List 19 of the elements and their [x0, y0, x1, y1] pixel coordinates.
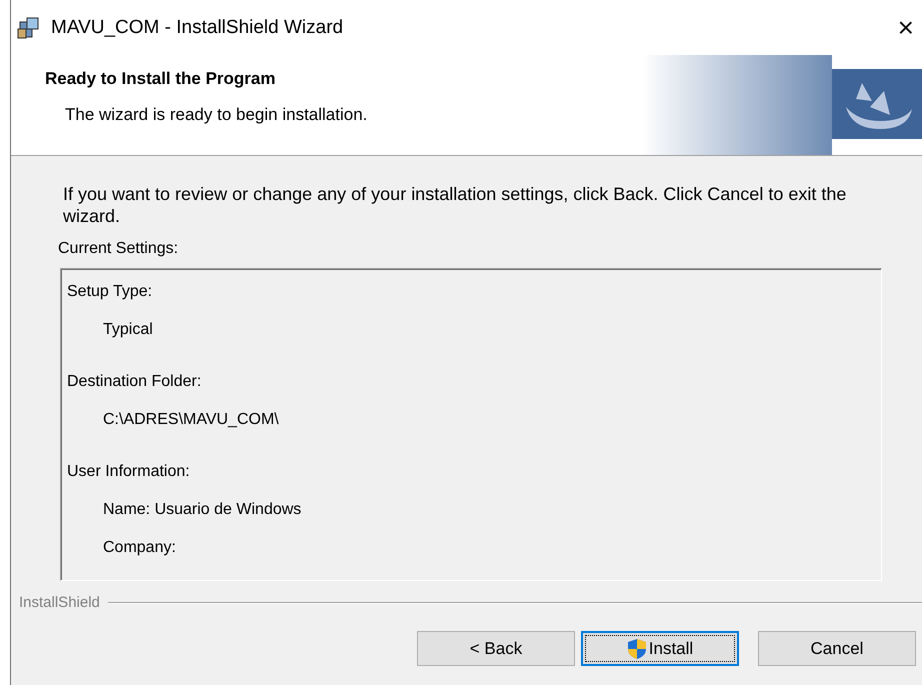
wizard-button[interactable]: Cancel: [758, 631, 916, 666]
settings-text: User Information:: [67, 463, 191, 481]
page-subtitle: The wizard is ready to begin installation.: [65, 105, 368, 125]
settings-label: Current Settings:: [58, 240, 180, 258]
install-button[interactable]: Install: [581, 631, 739, 666]
settings-text: Company:: [103, 539, 177, 557]
brand-label: InstallShield: [19, 594, 100, 611]
installer-icon: [17, 16, 41, 40]
settings-text: Name: Usuario de Windows: [103, 501, 302, 519]
window-title: MAVU_COM - InstallShield Wizard: [51, 16, 344, 38]
page-title: Ready to Install the Program: [45, 69, 276, 89]
settings-text: Typical: [103, 321, 154, 339]
shield-icon: [626, 638, 647, 660]
settings-text: Setup Type:: [67, 283, 154, 301]
close-button[interactable]: ×: [890, 12, 922, 44]
settings-text: Destination Folder:: [67, 373, 202, 391]
wizard-button[interactable]: < Back: [417, 631, 575, 666]
settings-text: C:\ADRES\MAVU_COM\: [103, 411, 280, 429]
instructions-text: If you want to review or change any of your installation settings, click Back. Click Cancel to exit the wizard.: [63, 183, 848, 227]
